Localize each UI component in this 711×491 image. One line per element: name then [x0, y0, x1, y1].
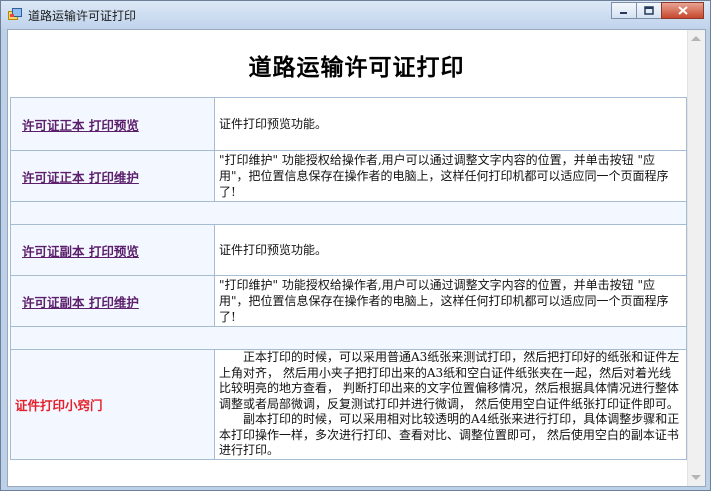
description-cell: 证件打印预览功能。: [214, 97, 687, 151]
maximize-icon: [644, 6, 654, 15]
spacer-row: [10, 326, 687, 350]
client-area: 道路运输许可证打印 许可证正本 打印预览 证件打印预览功能。 许可证正本 打印维…: [7, 29, 706, 487]
original-print-preview-link[interactable]: 许可证正本 打印预览: [22, 118, 139, 133]
title-bar[interactable]: 道路运输许可证打印: [1, 1, 710, 29]
description-cell: "打印维护" 功能授权给操作者,用户可以通过调整文字内容的位置，并单击按钮 "应…: [214, 275, 687, 327]
vertical-scrollbar[interactable]: [687, 30, 705, 486]
scroll-down-icon[interactable]: [691, 475, 701, 480]
table-row: 许可证副本 打印维护 "打印维护" 功能授权给操作者,用户可以通过调整文字内容的…: [10, 275, 687, 327]
minimize-button[interactable]: [611, 2, 637, 19]
minimize-icon: [620, 11, 627, 14]
spacer-row: [10, 201, 687, 225]
label-cell: 许可证正本 打印维护: [10, 150, 215, 202]
description-cell: "打印维护" 功能授权给操作者,用户可以通过调整文字内容的位置，并单击按钮 "应…: [214, 150, 687, 202]
table-row: 许可证正本 打印预览 证件打印预览功能。: [10, 97, 687, 151]
scroll-up-icon[interactable]: [691, 36, 701, 41]
tips-original-paragraph: 正本打印的时候，可以采用普通A3纸张来测试打印，然后把打印好的纸张和证件左上角对…: [219, 350, 680, 411]
tips-row: 证件打印小窍门 正本打印的时候，可以采用普通A3纸张来测试打印，然后把打印好的纸…: [10, 349, 687, 460]
copy-print-preview-link[interactable]: 许可证副本 打印预览: [22, 244, 139, 259]
tips-label-cell: 证件打印小窍门: [10, 349, 215, 460]
original-print-maintenance-link[interactable]: 许可证正本 打印维护: [22, 170, 139, 185]
tips-copy-paragraph: 副本打印的时候，可以采用相对比较透明的A4纸张来进行打印，具体调整步骤和正本打印…: [219, 412, 680, 457]
app-window: 道路运输许可证打印 道路运输许可证打印 许可证正本 打印预览 证件打印预览功能。: [0, 0, 711, 491]
window-title: 道路运输许可证打印: [28, 9, 137, 23]
tips-label: 证件打印小窍门: [15, 397, 103, 413]
close-icon: [677, 6, 688, 15]
tips-cell: 正本打印的时候，可以采用普通A3纸张来测试打印，然后把打印好的纸张和证件左上角对…: [214, 349, 687, 460]
label-cell: 许可证正本 打印预览: [10, 97, 215, 151]
app-window-icon: [8, 8, 22, 20]
label-cell: 许可证副本 打印预览: [10, 224, 215, 276]
copy-print-maintenance-link[interactable]: 许可证副本 打印维护: [22, 295, 139, 310]
page-title: 道路运输许可证打印: [248, 54, 465, 81]
close-button[interactable]: [661, 2, 704, 19]
caption-buttons: [611, 2, 704, 20]
maximize-button[interactable]: [636, 2, 662, 19]
label-cell: 许可证副本 打印维护: [10, 275, 215, 327]
description-cell: 证件打印预览功能。: [214, 224, 687, 276]
function-table: 许可证正本 打印预览 证件打印预览功能。 许可证正本 打印维护 "打印维护" 功…: [10, 97, 687, 460]
table-row: 许可证副本 打印预览 证件打印预览功能。: [10, 224, 687, 276]
table-row: 许可证正本 打印维护 "打印维护" 功能授权给操作者,用户可以通过调整文字内容的…: [10, 150, 687, 202]
